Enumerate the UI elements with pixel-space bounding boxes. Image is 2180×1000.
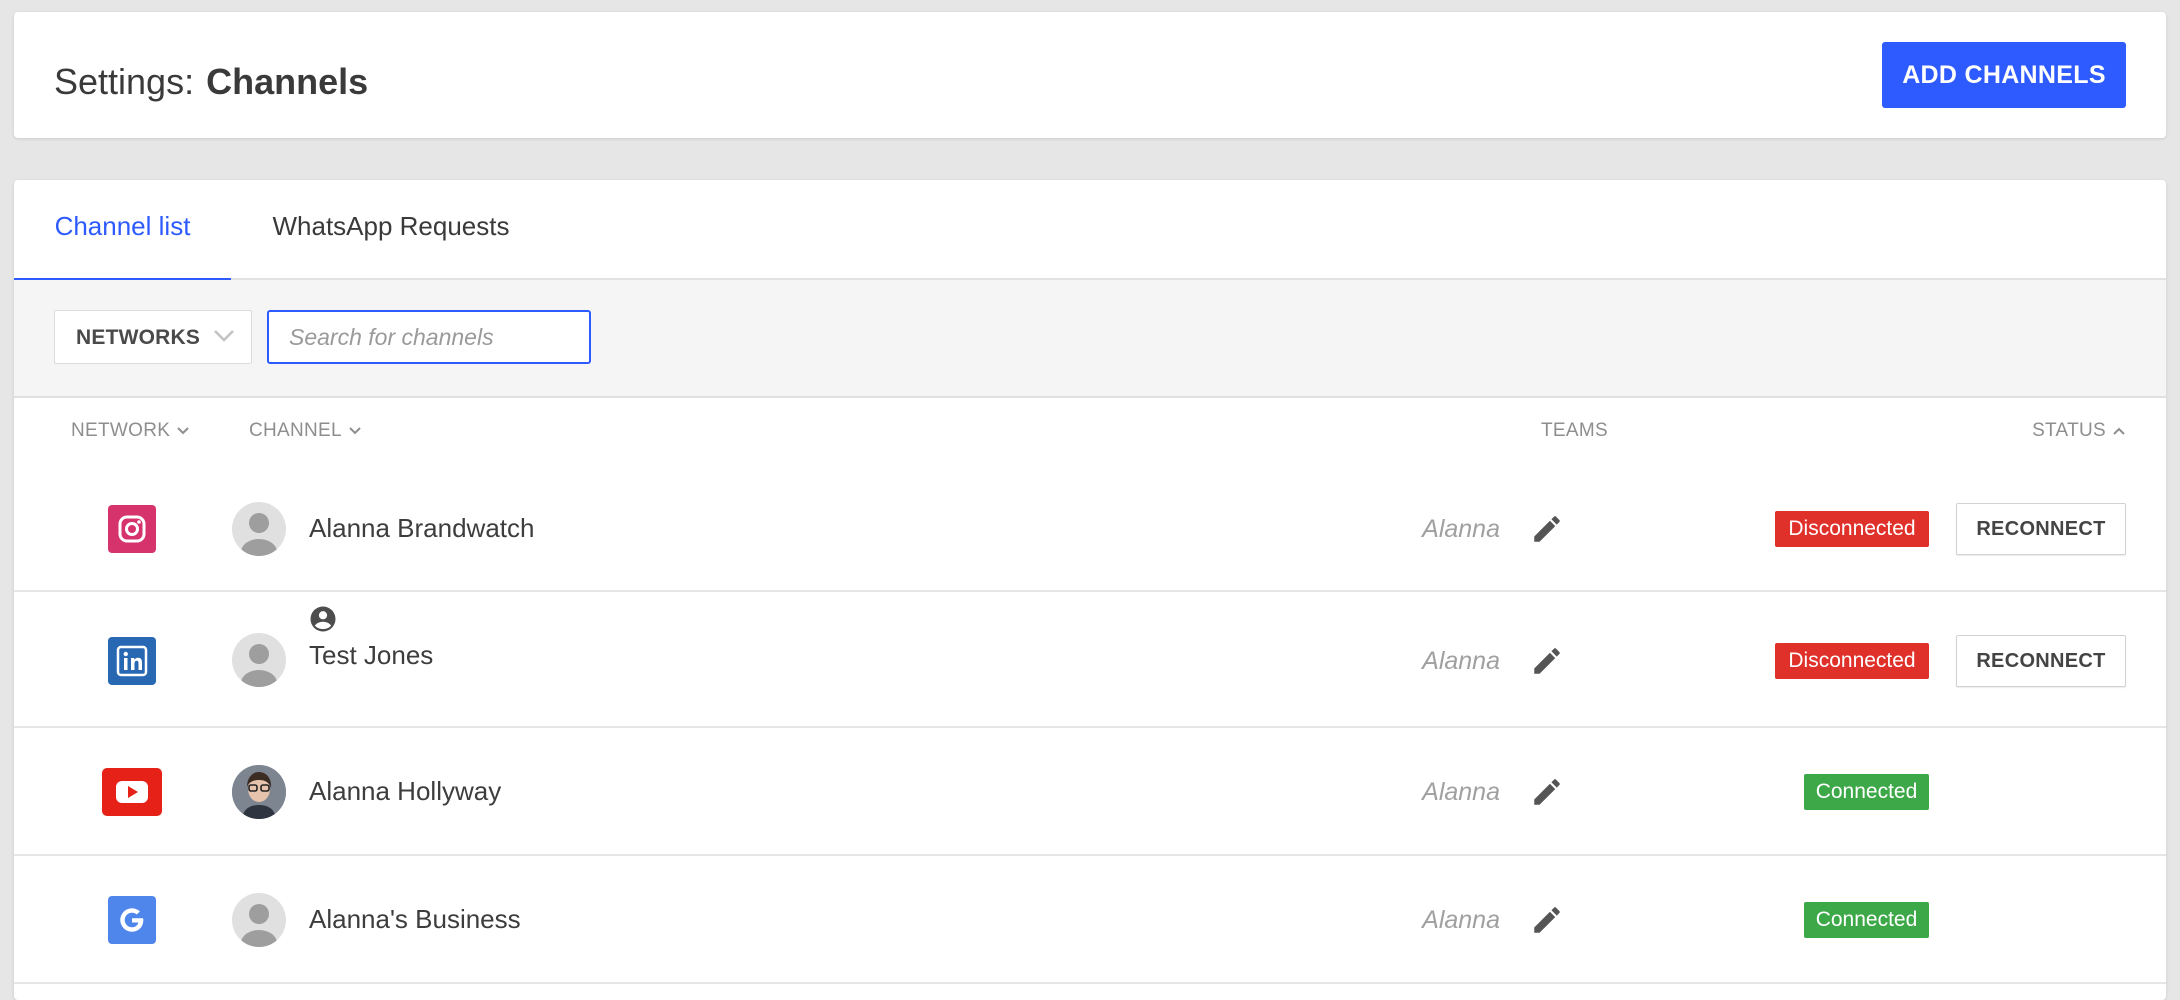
tab-bar: Channel list WhatsApp Requests	[14, 180, 2166, 282]
page-header: Settings: Channels ADD CHANNELS	[14, 12, 2166, 138]
avatar	[232, 893, 286, 947]
column-header-status[interactable]: STATUS	[2032, 420, 2126, 442]
search-input[interactable]	[267, 310, 591, 364]
team-name: Alanna	[1422, 515, 1500, 543]
column-header-channel-label: CHANNEL	[249, 420, 342, 441]
linkedin-icon	[108, 637, 156, 685]
status-badge: Connected	[1804, 774, 1929, 810]
page-title-prefix: Settings:	[54, 61, 195, 102]
account-circle-icon	[310, 606, 336, 632]
tab-whatsapp-requests[interactable]: WhatsApp Requests	[271, 180, 511, 280]
instagram-icon	[108, 505, 156, 553]
reconnect-button[interactable]: RECONNECT	[1956, 503, 2126, 555]
networks-dropdown-label: NETWORKS	[76, 326, 201, 349]
column-header-channel[interactable]: CHANNEL	[249, 420, 362, 442]
column-header-teams: TEAMS	[1541, 420, 1608, 442]
filter-bar: NETWORKS	[14, 280, 2166, 398]
table-row: Alanna's Business Alanna Connected	[14, 856, 2166, 984]
chevron-down-icon	[349, 427, 361, 435]
channel-name: Alanna Hollyway	[309, 776, 502, 806]
chevron-down-icon	[177, 427, 189, 435]
pencil-icon[interactable]	[1530, 903, 1564, 937]
pencil-icon[interactable]	[1530, 775, 1564, 809]
channels-panel: Channel list WhatsApp Requests NETWORKS …	[14, 180, 2166, 1000]
status-badge: Disconnected	[1775, 643, 1929, 679]
chevron-up-icon	[2113, 427, 2125, 435]
column-header-teams-label: TEAMS	[1541, 420, 1608, 441]
add-channels-button[interactable]: ADD CHANNELS	[1882, 42, 2126, 108]
team-name: Alanna	[1422, 778, 1500, 806]
table-row: Alanna Hollyway Alanna Connected	[14, 728, 2166, 856]
avatar	[232, 633, 286, 687]
table-row: Test Jones Alanna Disconnected RECONNECT	[14, 592, 2166, 728]
table-row: Alanna Brandwatch Alanna Disconnected RE…	[14, 466, 2166, 592]
column-header-network-label: NETWORK	[71, 420, 171, 441]
page-title-name: Channels	[206, 61, 369, 102]
team-name: Alanna	[1422, 906, 1500, 934]
column-header-network[interactable]: NETWORK	[71, 420, 190, 442]
column-header-status-label: STATUS	[2032, 420, 2106, 441]
channel-name: Alanna's Business	[309, 904, 521, 934]
reconnect-button[interactable]: RECONNECT	[1956, 635, 2126, 687]
chevron-down-icon	[214, 330, 234, 342]
networks-dropdown[interactable]: NETWORKS	[54, 310, 252, 364]
page-title: Settings: Channels	[54, 60, 368, 104]
google-icon	[108, 896, 156, 944]
tab-channel-list[interactable]: Channel list	[14, 180, 231, 282]
team-name: Alanna	[1422, 647, 1500, 675]
status-badge: Connected	[1804, 902, 1929, 938]
status-badge: Disconnected	[1775, 511, 1929, 547]
avatar	[232, 765, 286, 819]
youtube-icon	[102, 768, 162, 816]
channel-name: Alanna Brandwatch	[309, 513, 535, 543]
pencil-icon[interactable]	[1530, 512, 1564, 546]
channel-name: Test Jones	[309, 640, 434, 670]
avatar	[232, 502, 286, 556]
pencil-icon[interactable]	[1530, 644, 1564, 678]
